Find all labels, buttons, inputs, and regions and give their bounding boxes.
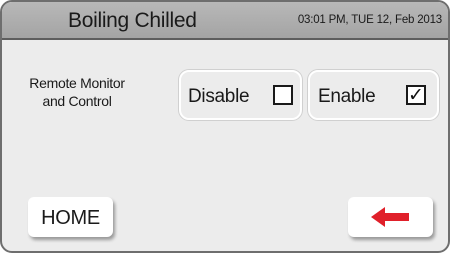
setting-label: Remote Monitor and Control [22, 74, 132, 110]
disable-checkbox[interactable] [273, 85, 293, 105]
touch-screen: Boiling Chilled 03:01 PM, TUE 12, Feb 20… [0, 0, 450, 253]
enable-option[interactable]: Enable ✓ [308, 70, 439, 120]
home-button[interactable]: HOME [28, 197, 113, 237]
setting-label-line2: and Control [42, 93, 112, 109]
setting-label-line1: Remote Monitor [29, 75, 125, 91]
disable-option[interactable]: Disable [179, 70, 302, 120]
enable-checkbox[interactable]: ✓ [406, 85, 426, 105]
enable-option-label: Enable [318, 86, 376, 107]
home-button-label: HOME [41, 207, 100, 229]
back-button[interactable] [348, 197, 433, 237]
page-title: Boiling Chilled [68, 9, 197, 32]
datetime-display: 03:01 PM, TUE 12, Feb 2013 [297, 14, 442, 26]
back-arrow-icon [371, 207, 409, 227]
header-bar: Boiling Chilled 03:01 PM, TUE 12, Feb 20… [2, 2, 448, 40]
disable-option-label: Disable [188, 86, 250, 107]
